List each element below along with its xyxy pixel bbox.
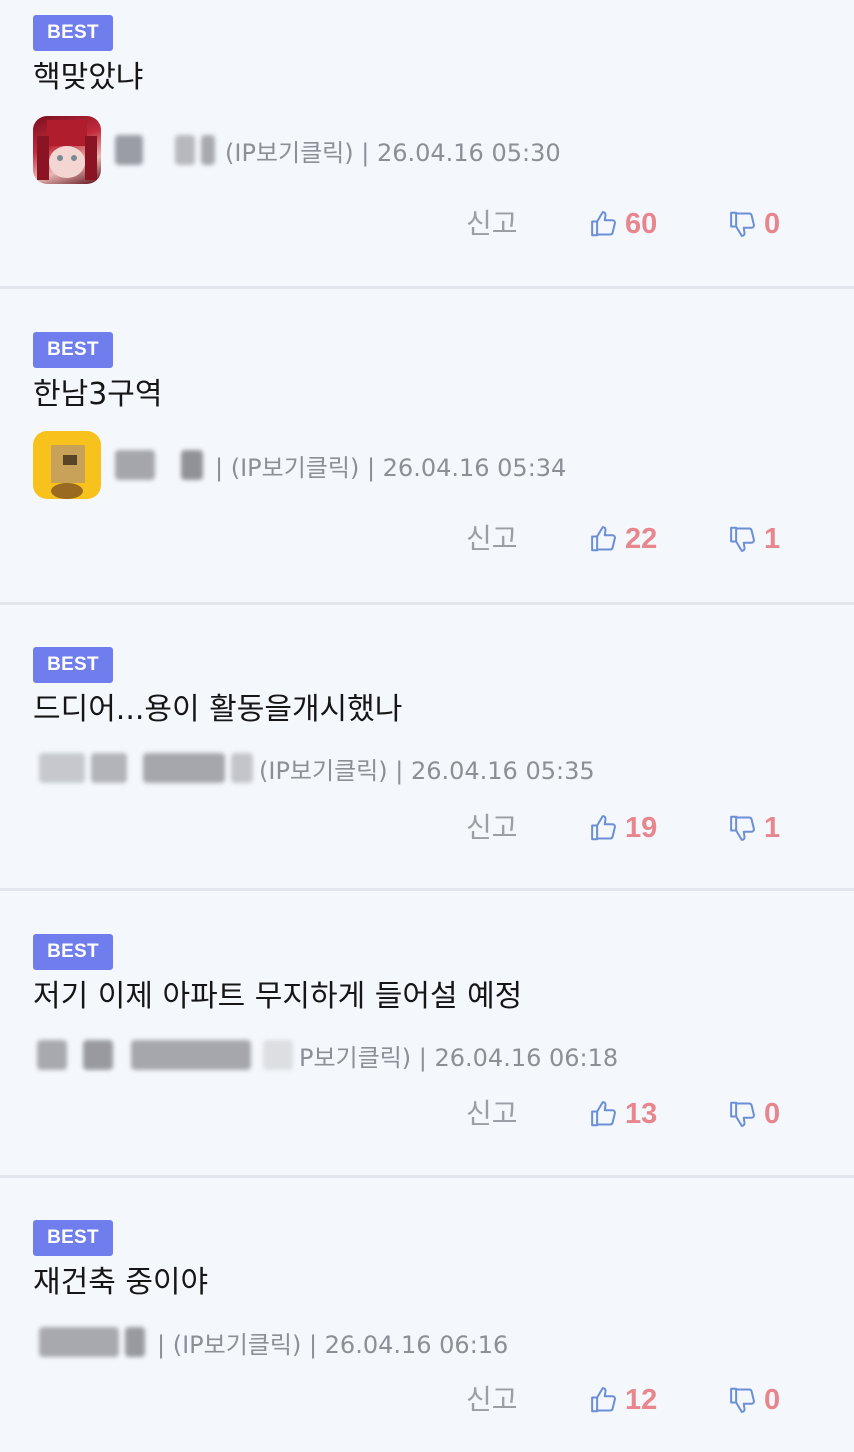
report-button[interactable]: 신고 [466,1094,518,1134]
comment-actions: 신고 19 1 [0,808,854,848]
thumbs-down-icon [728,1385,758,1415]
nickname-blur [39,1327,119,1357]
nickname-blur [39,753,85,783]
nickname-blur [83,1040,113,1070]
comment-actions: 신고 12 0 [0,1380,854,1420]
comment-actions: 신고 22 1 [0,519,854,559]
thumbs-down-icon [728,1099,758,1129]
dislike-count: 0 [764,208,781,240]
nickname-blur [37,1040,67,1070]
comment-meta-text[interactable]: | (IP보기클릭) | 26.04.16 05:34 [215,448,566,483]
dislike-button[interactable]: 0 [728,204,780,244]
dislike-count: 1 [764,523,781,555]
like-count: 12 [625,1384,658,1416]
dislike-button[interactable]: 1 [728,519,780,559]
nickname-blur [175,135,195,165]
comment-meta: (IP보기클릭) | 26.04.16 05:30 [33,116,561,184]
avatar[interactable] [33,431,101,499]
comment-item: BEST 재건축 중이야 | (IP보기클릭) | 26.04.16 06:16… [0,1178,854,1452]
nickname-blur [131,1040,251,1070]
best-badge: BEST [33,647,113,683]
thumbs-up-icon [589,813,619,843]
dislike-button[interactable]: 0 [728,1380,780,1420]
avatar[interactable] [33,116,101,184]
nickname-blur [201,135,215,165]
dislike-count: 0 [764,1098,781,1130]
thumbs-down-icon [728,524,758,554]
comment-text: 재건축 중이야 [33,1265,209,1300]
nickname-blur [143,753,225,783]
nickname-blur [115,450,155,480]
like-count: 13 [625,1098,658,1130]
nickname-blur [115,135,143,165]
comment-meta: (IP보기클릭) | 26.04.16 05:35 [33,738,595,798]
report-button[interactable]: 신고 [466,1380,518,1420]
comment-item: BEST 저기 이제 아파트 무지하게 들어설 예정 P보기클릭) | 26.0… [0,891,854,1178]
thumbs-up-icon [589,1385,619,1415]
comment-text: 핵맞았냐 [33,60,144,95]
dislike-count: 0 [764,1384,781,1416]
like-button[interactable]: 12 [589,1380,657,1420]
comment-text: 드디어...용이 활동을개시했나 [33,692,403,727]
like-button[interactable]: 19 [589,808,657,848]
dislike-button[interactable]: 0 [728,1094,780,1134]
comment-actions: 신고 13 0 [0,1094,854,1134]
comment-meta: | (IP보기클릭) | 26.04.16 05:34 [33,431,566,499]
comment-meta: | (IP보기클릭) | 26.04.16 06:16 [33,1312,508,1372]
comment-item: BEST 한남3구역 | (IP보기클릭) | 26.04.16 05:34 신… [0,289,854,605]
dislike-button[interactable]: 1 [728,808,780,848]
comment-actions: 신고 60 0 [0,204,854,244]
best-badge: BEST [33,934,113,970]
like-button[interactable]: 60 [589,204,657,244]
comment-text: 저기 이제 아파트 무지하게 들어설 예정 [33,979,523,1014]
best-badge: BEST [33,332,113,368]
nickname-blur [181,450,203,480]
thumbs-up-icon [589,524,619,554]
comment-item: BEST 핵맞았냐 (IP보기클릭) | 26.04.16 05:30 신고 6… [0,0,854,289]
nickname-blur [125,1327,145,1357]
like-count: 60 [625,208,658,240]
comment-meta: P보기클릭) | 26.04.16 06:18 [33,1025,618,1085]
dislike-count: 1 [764,812,781,844]
thumbs-up-icon [589,209,619,239]
comment-text: 한남3구역 [33,377,163,412]
comment-meta-text[interactable]: (IP보기클릭) | 26.04.16 05:35 [259,751,595,786]
comment-meta-text[interactable]: (IP보기클릭) | 26.04.16 05:30 [225,133,561,168]
comment-meta-text[interactable]: | (IP보기클릭) | 26.04.16 06:16 [157,1325,508,1360]
like-count: 19 [625,812,658,844]
comment-item: BEST 드디어...용이 활동을개시했나 (IP보기클릭) | 26.04.1… [0,605,854,891]
comment-meta-text[interactable]: P보기클릭) | 26.04.16 06:18 [299,1038,618,1073]
thumbs-down-icon [728,813,758,843]
best-badge: BEST [33,15,113,51]
best-badge: BEST [33,1220,113,1256]
like-button[interactable]: 22 [589,519,657,559]
thumbs-up-icon [589,1099,619,1129]
nickname-blur [91,753,127,783]
like-button[interactable]: 13 [589,1094,657,1134]
report-button[interactable]: 신고 [466,808,518,848]
report-button[interactable]: 신고 [466,204,518,244]
report-button[interactable]: 신고 [466,519,518,559]
like-count: 22 [625,523,658,555]
nickname-blur [231,753,253,783]
thumbs-down-icon [728,209,758,239]
nickname-blur [263,1040,293,1070]
